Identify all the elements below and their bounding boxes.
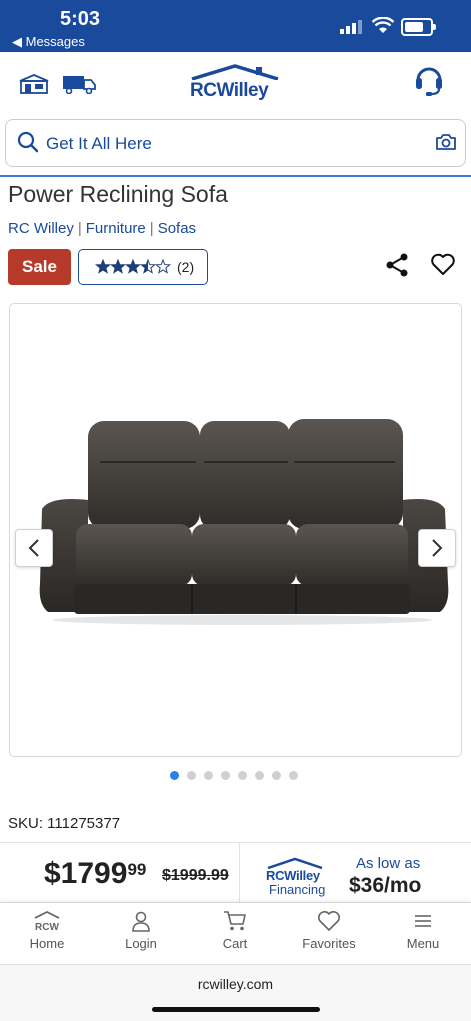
carousel-dot[interactable] — [187, 771, 196, 780]
breadcrumb-link-furniture[interactable]: Furniture — [86, 220, 146, 237]
product-image-carousel[interactable] — [9, 303, 462, 757]
delivery-truck-icon[interactable] — [62, 74, 96, 94]
back-to-messages-link[interactable]: ◀ Messages — [12, 34, 85, 50]
logo-text: RCWilley — [190, 80, 269, 101]
rcw-home-icon: RCW — [34, 910, 59, 932]
cellular-signal-icon — [340, 20, 362, 34]
wifi-icon — [372, 17, 394, 33]
store-locator-icon[interactable] — [18, 74, 50, 94]
tab-cart-label: Cart — [222, 936, 248, 951]
tab-menu-label: Menu — [406, 936, 440, 951]
breadcrumb: RC Willey | Furniture | Sofas — [8, 220, 197, 237]
product-image-sofa — [39, 419, 449, 625]
tab-login[interactable]: Login — [94, 910, 188, 951]
logo-roof-icon — [191, 64, 279, 80]
chevron-right-icon — [432, 539, 443, 557]
svg-text:RCW: RCW — [35, 922, 59, 932]
tab-favorites-label: Favorites — [302, 936, 356, 951]
monthly-payment[interactable]: $36/mo — [349, 874, 421, 898]
tab-home[interactable]: RCW Home — [0, 910, 94, 951]
rating-star — [95, 259, 111, 274]
carousel-dot[interactable] — [272, 771, 281, 780]
rcwilley-logo[interactable]: RCWilley — [190, 64, 280, 102]
camera-search-icon[interactable] — [435, 133, 457, 151]
financing-logo[interactable]: RCWilley — [266, 857, 324, 883]
price-dollars: $1799 — [44, 857, 128, 890]
original-price: $1999.99 — [162, 867, 229, 884]
browser-url[interactable]: rcwilley.com — [0, 976, 471, 992]
rating-star — [110, 259, 126, 274]
financing-logo-text: RCWilley — [266, 868, 320, 883]
carousel-next-button[interactable] — [418, 529, 456, 567]
carousel-dot[interactable] — [170, 771, 179, 780]
product-title: Power Reclining Sofa — [8, 181, 228, 207]
carousel-pagination — [170, 771, 298, 780]
favorite-heart-icon[interactable] — [430, 252, 456, 276]
home-indicator — [152, 1007, 320, 1012]
carousel-dot[interactable] — [255, 771, 264, 780]
carousel-dot[interactable] — [204, 771, 213, 780]
rating-star — [155, 259, 171, 274]
tab-menu[interactable]: Menu — [376, 910, 470, 951]
chevron-left-icon — [28, 539, 39, 557]
browser-url-bar[interactable] — [0, 964, 471, 1021]
tab-favorites[interactable]: Favorites — [282, 910, 376, 951]
financing-label: Financing — [269, 882, 326, 897]
header-divider — [0, 175, 471, 177]
carousel-prev-button[interactable] — [15, 529, 53, 567]
star-rating-icon — [95, 259, 171, 274]
battery-icon — [401, 18, 436, 36]
sale-badge: Sale — [8, 249, 71, 285]
rating-star — [125, 259, 141, 274]
tab-home-label: Home — [29, 936, 65, 951]
breadcrumb-link-sofas[interactable]: Sofas — [158, 220, 196, 237]
status-time: 5:03 — [60, 8, 101, 30]
search-icon — [17, 131, 39, 153]
price-cents: 99 — [127, 860, 147, 879]
user-icon — [132, 911, 150, 932]
carousel-dot[interactable] — [221, 771, 230, 780]
heart-icon — [318, 911, 340, 931]
as-low-as-label: As low as — [356, 855, 421, 872]
tab-cart[interactable]: Cart — [188, 910, 282, 951]
rating-star — [140, 259, 156, 274]
search-placeholder: Get It All Here — [46, 134, 152, 153]
share-icon[interactable] — [384, 252, 410, 278]
carousel-dot[interactable] — [238, 771, 247, 780]
hamburger-menu-icon — [415, 915, 431, 927]
review-count: (2) — [177, 259, 195, 275]
carousel-dot[interactable] — [289, 771, 298, 780]
customer-service-headset-icon[interactable] — [414, 62, 444, 98]
sku-label: SKU: 111275377 — [8, 815, 121, 832]
sale-price: $179999 — [44, 857, 146, 891]
cart-icon — [224, 911, 246, 931]
tab-login-label: Login — [125, 936, 157, 951]
price-row-divider — [239, 842, 240, 902]
rating-reviews-button[interactable]: (2) — [78, 249, 208, 285]
breadcrumb-link-rcwilley[interactable]: RC Willey — [8, 220, 74, 237]
